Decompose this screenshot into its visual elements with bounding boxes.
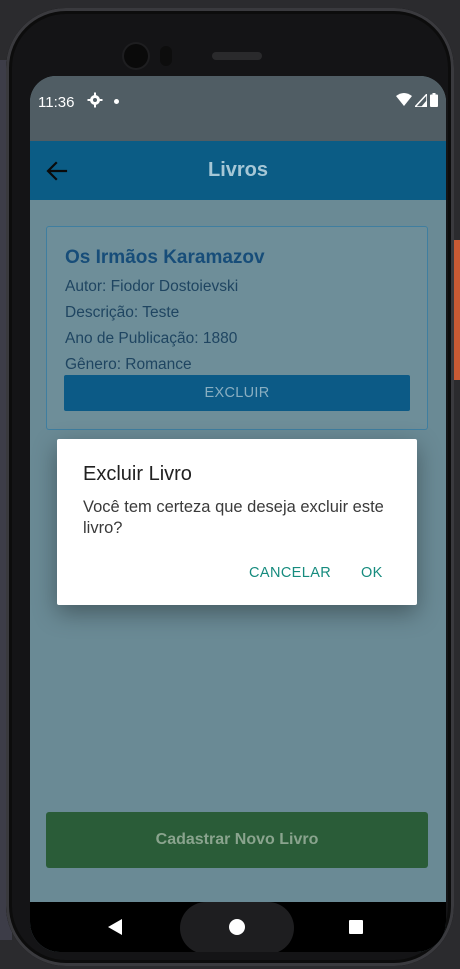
book-description: Descrição: Teste: [65, 304, 180, 321]
book-year: Ano de Publicação: 1880: [65, 330, 238, 347]
dialog-title: Excluir Livro: [83, 463, 192, 485]
dialog-message: Você tem certeza que deseja excluir este…: [83, 498, 384, 537]
side-button: [454, 240, 460, 380]
wifi-icon: [396, 93, 412, 112]
book-card: Os Irmãos Karamazov Autor: Fiodor Dostoi…: [46, 226, 428, 430]
nav-recents-icon[interactable]: [349, 920, 363, 934]
status-icons: [396, 91, 438, 112]
page-title: Livros: [207, 159, 269, 181]
book-author: Autor: Fiodor Dostoievski: [65, 278, 239, 295]
ok-button[interactable]: OK: [361, 565, 383, 581]
camera-lens: [124, 44, 148, 68]
earpiece-speaker: [212, 52, 262, 60]
register-book-button[interactable]: Cadastrar Novo Livro: [46, 812, 428, 868]
notification-dot-icon: [114, 99, 119, 104]
screen: 11:36 Livros Os Irmãos Karamazov Autor: …: [30, 76, 446, 952]
status-time: 11:36: [38, 94, 75, 111]
delete-button[interactable]: EXCLUIR: [64, 375, 410, 411]
status-bar: 11:36: [30, 76, 446, 141]
app-bar: Livros: [30, 141, 446, 200]
confirm-dialog: Excluir Livro Você tem certeza que desej…: [57, 439, 417, 605]
phone-frame: 11:36 Livros Os Irmãos Karamazov Autor: …: [6, 8, 454, 966]
gear-icon: [87, 92, 103, 112]
book-title: Os Irmãos Karamazov: [65, 247, 265, 268]
nav-back-icon[interactable]: [108, 919, 122, 935]
nav-home-icon[interactable]: [229, 919, 245, 935]
signal-icon: [413, 91, 428, 112]
system-nav-bar: [30, 902, 446, 952]
sensor: [160, 46, 172, 66]
book-genre: Gênero: Romance: [65, 356, 192, 373]
battery-icon: [430, 93, 438, 112]
cancel-button[interactable]: CANCELAR: [249, 565, 331, 581]
